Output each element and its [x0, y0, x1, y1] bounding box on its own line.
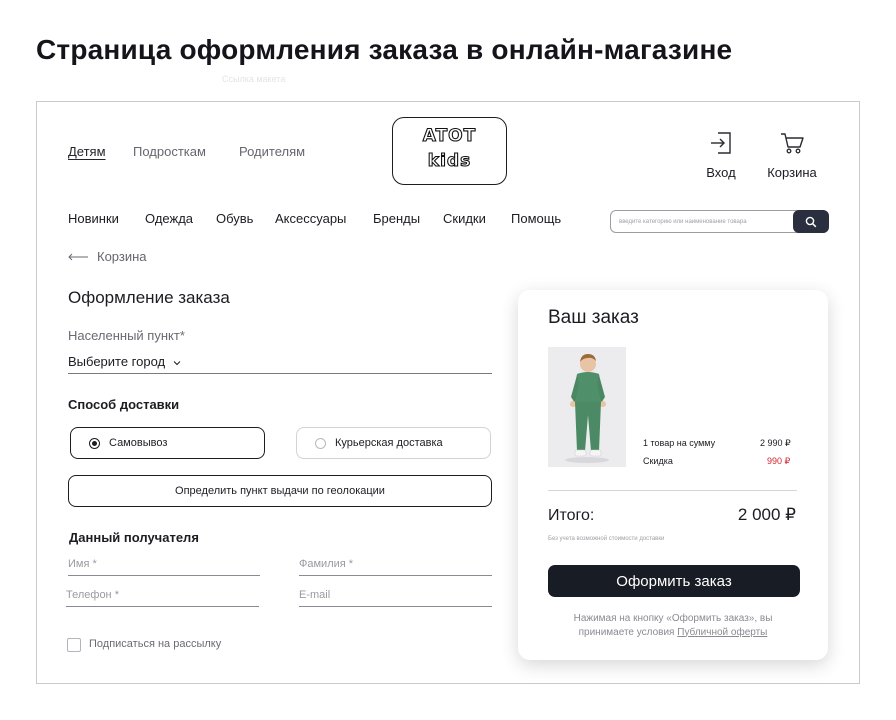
last-name-field[interactable]: Фамилия * [299, 558, 492, 576]
login-arrow-icon [711, 132, 731, 154]
order-disclaimer: Нажимая на кнопку «Оформить заказ», вы п… [548, 612, 798, 639]
order-summary-card: Ваш заказ 1 товар на сумму 2 990 ₽ Скидк… [518, 290, 828, 660]
shopping-cart-icon [781, 133, 804, 154]
discount-value: 990 ₽ [767, 456, 791, 466]
checkout-title: Оформление заказа [68, 288, 230, 307]
child-outfit-picture [548, 347, 626, 467]
login-button[interactable]: Вход [686, 130, 756, 180]
store-logo[interactable]: ATOT kids [392, 117, 507, 185]
radio-unselected-icon [315, 437, 326, 449]
phone-field[interactable]: Телефон * [66, 589, 259, 607]
delivery-option-pickup[interactable]: Самовывоз [70, 427, 265, 459]
newsletter-checkbox[interactable] [67, 638, 81, 652]
cart-label: Корзина [767, 165, 817, 180]
search-input[interactable] [619, 214, 791, 230]
category-link-brands[interactable]: Бренды [373, 211, 420, 226]
geolocation-button[interactable]: Определить пункт выдачи по геолокации [68, 475, 492, 507]
delivery-option-pickup-label: Самовывоз [109, 437, 168, 449]
order-title: Ваш заказ [548, 307, 639, 328]
audience-link-teens[interactable]: Подросткам [133, 144, 206, 159]
category-link-help[interactable]: Помощь [511, 211, 561, 226]
category-link-shoes[interactable]: Обувь [216, 211, 253, 226]
public-offer-link[interactable]: Публичной оферты [677, 627, 767, 638]
category-link-sale[interactable]: Скидки [443, 211, 486, 226]
order-divider [548, 490, 797, 491]
first-name-field[interactable]: Имя * [68, 558, 260, 576]
audience-link-kids[interactable]: Детям [68, 144, 106, 159]
category-link-accessories[interactable]: Аксессуары [275, 211, 346, 226]
back-to-cart-link[interactable]: Корзина [67, 249, 147, 264]
discount-label: Скидка [643, 456, 673, 466]
radio-selected-icon [89, 437, 100, 449]
total-value: 2 000 ₽ [737, 505, 796, 524]
email-field[interactable]: E-mail [299, 589, 492, 607]
newsletter-label: Подписаться на рассылку [89, 638, 222, 650]
city-select[interactable]: Выберите город [68, 354, 492, 374]
shop-frame: Детям Подросткам Родителям ATOT kids Вхо… [36, 101, 860, 684]
delivery-option-courier[interactable]: Курьерская доставка [296, 427, 491, 459]
total-label: Итого: [548, 507, 595, 524]
ghost-text: Ссылка макета [222, 74, 286, 84]
page-heading: Страница оформления заказа в онлайн-мага… [36, 34, 733, 65]
chevron-down-icon [173, 361, 181, 366]
audience-link-parents[interactable]: Родителям [239, 144, 305, 159]
delivery-title: Способ доставки [68, 397, 180, 412]
items-sum-label: 1 товар на сумму [643, 438, 716, 448]
long-arrow-left-icon [68, 253, 88, 260]
login-label: Вход [706, 165, 736, 180]
cart-button[interactable]: Корзина [757, 130, 827, 180]
product-image[interactable] [548, 347, 626, 467]
total-note: Без учета возможной стоимости доставки [548, 536, 665, 542]
back-link-label: Корзина [97, 249, 147, 264]
city-select-value: Выберите город [68, 354, 166, 369]
delivery-option-courier-label: Курьерская доставка [335, 437, 443, 449]
search-button[interactable] [793, 210, 829, 233]
search-box [610, 210, 829, 233]
items-sum-value: 2 990 ₽ [760, 438, 791, 448]
logo-line-2: kids [427, 150, 472, 171]
category-link-clothes[interactable]: Одежда [145, 211, 193, 226]
city-label: Населенный пункт* [68, 328, 185, 343]
logo-line-1: ATOT [422, 125, 477, 146]
category-link-new[interactable]: Новинки [68, 211, 119, 226]
recipient-title: Данный получателя [69, 530, 199, 545]
magnifier-icon [805, 216, 817, 227]
place-order-button[interactable]: Оформить заказ [548, 565, 800, 597]
